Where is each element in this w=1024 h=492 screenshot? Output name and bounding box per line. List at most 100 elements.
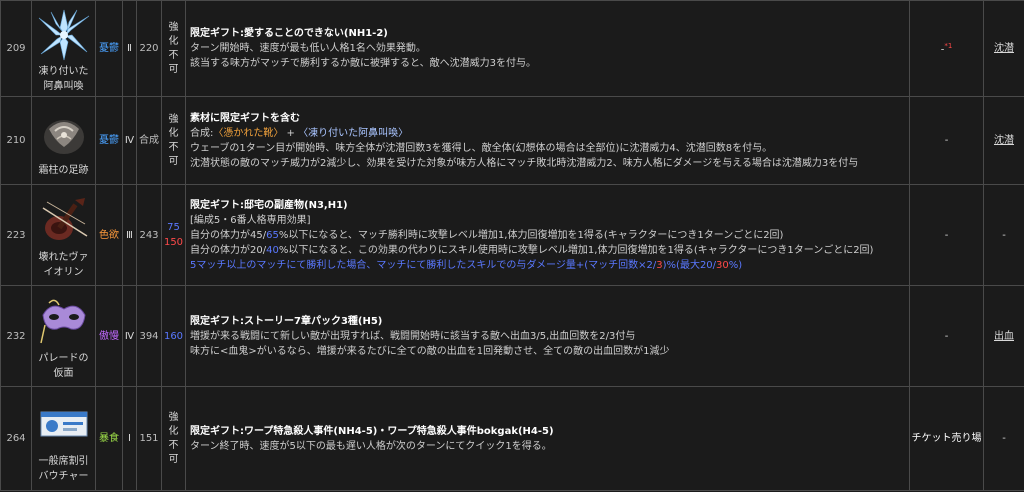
desc-text: 自分の体力が20/ <box>190 244 267 256</box>
affinity-gloom: 憂鬱 <box>95 96 123 185</box>
desc-text: 5マッチ以上のマッチにて勝利した場合、マッチにて勝利したスキルでの与ダメージ量+… <box>190 259 657 271</box>
gift-icon-cell[interactable]: 凍り付いた 阿鼻叫喚 <box>31 0 96 97</box>
upgrade: 強化不可 <box>161 0 186 97</box>
gift-icon-cell[interactable]: 霜柱の足跡 <box>31 96 96 185</box>
table-row: 210 霜柱の足跡 憂鬱 Ⅳ 合成 強化不可 素材に限定ギフトを含む 合成:〈憑… <box>0 96 1024 185</box>
gift-id: 232 <box>0 285 32 387</box>
gift-condition: 素材に限定ギフトを含む <box>190 112 300 124</box>
frost-footprint-icon <box>37 107 91 161</box>
desc-line: 自分の体力が20/40%以下になると、この効果の代わりにスキル使用時に攻撃レベル… <box>190 243 905 258</box>
upgraded-value: 40 <box>266 244 279 256</box>
desc-line: 該当する味方がマッチで勝利するか敵に被弾すると、敵へ沈潜威力3を付与。 <box>190 58 536 69</box>
formation-note: [編成5・6番人格専用効果] <box>190 214 311 226</box>
gift-description: 限定ギフト:邸宅の副産物(N3,H1) [編成5・6番人格専用効果] 自分の体力… <box>185 184 910 286</box>
gift-description: 限定ギフト:愛することのできない(NH1-2) ターン開始時、速度が最も低い人格… <box>185 0 910 97</box>
cost: 243 <box>136 184 162 286</box>
cost: 220 <box>136 0 162 97</box>
desc-line: ウェーブの1ターン目が開始時、味方全体が沈潜回数3を獲得し、敵全体(幻想体の場合… <box>190 142 773 154</box>
desc-line: ターン開始時、速度が最も低い人格1名へ効果発動。 <box>190 43 426 54</box>
upgrade-label: 強化不可 <box>168 411 179 465</box>
upgrade-cost: 160 <box>161 285 186 387</box>
gift-description: 限定ギフト:ワープ特急殺人事件(NH4-5)・ワープ特急殺人事件bokgak(H… <box>185 386 910 491</box>
upgrade: 強化不可 <box>161 96 186 185</box>
frozen-shards-icon <box>37 8 91 62</box>
tier: Ⅰ <box>122 386 137 491</box>
keyword-link[interactable]: 出血 <box>994 331 1014 342</box>
affinity-gloom: 憂鬱 <box>95 0 123 97</box>
table-row: 232 パレードの 仮面 傲慢 Ⅳ 394 160 限定ギフト:ストーリー7章パ… <box>0 285 1024 387</box>
desc-line: 増援が来る戦闘にて新しい敵が出現すれば、戦闘開始時に該当する敵へ出血3/5,出血… <box>190 330 636 342</box>
keyword: 沈潜 <box>983 96 1024 185</box>
gift-name: 壊れたヴァ <box>38 252 89 263</box>
gift-name: 阿鼻叫喚 <box>43 80 84 92</box>
upgraded-value: 30 <box>716 259 729 271</box>
upgrade-cost-2: 150 <box>163 237 184 248</box>
keyword: - <box>983 386 1024 491</box>
gift-source: - <box>909 184 984 286</box>
gift-name: バウチャー <box>38 470 89 482</box>
combo-prefix: 合成: <box>190 127 214 139</box>
desc-text: 自分の体力が45/ <box>190 229 267 241</box>
footnote-mark[interactable]: *1 <box>944 42 952 50</box>
cost: 合成 <box>136 96 162 185</box>
gift-id: 223 <box>0 184 32 286</box>
upgrade-cost-1: 75 <box>167 222 180 233</box>
discount-voucher-icon <box>37 398 91 452</box>
combo-line: 合成:〈憑かれた靴〉 + 〈凍り付いた阿鼻叫喚〉 <box>190 126 905 141</box>
desc-text: %) <box>728 259 743 271</box>
upgraded-value: 65 <box>266 229 279 241</box>
gift-name: パレードの <box>38 353 89 364</box>
upgrade-cost: 75 150 <box>161 184 186 286</box>
gift-description: 限定ギフト:ストーリー7章パック3種(H5) 増援が来る戦闘にて新しい敵が出現す… <box>185 285 910 387</box>
tier: Ⅲ <box>122 184 137 286</box>
gift-icon-cell[interactable]: 一般席割引 バウチャー <box>31 386 96 491</box>
gift-name: 凍り付いた <box>38 65 89 77</box>
gift-name: イオリン <box>43 267 84 278</box>
gift-icon-cell[interactable]: パレードの 仮面 <box>31 285 96 387</box>
gift-name: 一般席割引 <box>38 455 89 467</box>
keyword: - <box>983 184 1024 286</box>
upgrade-label: 強化不可 <box>168 113 179 167</box>
gift-condition: 限定ギフト:ワープ特急殺人事件(NH4-5)・ワープ特急殺人事件bokgak(H… <box>190 425 554 437</box>
desc-line: 5マッチ以上のマッチにて勝利した場合、マッチにて勝利したスキルでの与ダメージ量+… <box>190 258 905 273</box>
combo-gift-link[interactable]: 〈凍り付いた阿鼻叫喚〉 <box>298 128 408 139</box>
affinity-gluttony: 暴食 <box>95 386 123 491</box>
affinity-lust: 色欲 <box>95 184 123 286</box>
desc-text: %以下になると、マッチ勝利時に攻撃レベル増加1,体力回復増加を1得る(キャラクタ… <box>278 229 784 241</box>
combo-plus: + <box>283 127 299 139</box>
gift-description: 素材に限定ギフトを含む 合成:〈憑かれた靴〉 + 〈凍り付いた阿鼻叫喚〉 ウェー… <box>185 96 910 185</box>
tier: Ⅳ <box>122 96 137 185</box>
gift-condition: 限定ギフト:愛することのできない(NH1-2) <box>190 28 388 39</box>
gift-source: - <box>909 96 984 185</box>
keyword: 沈潜 <box>983 0 1024 97</box>
upgrade: 強化不可 <box>161 386 186 491</box>
gift-name: 霜柱の足跡 <box>38 165 89 176</box>
desc-text: %以下になると、この効果の代わりにスキル使用時に攻撃レベル増加1,体力回復増加を… <box>278 244 874 256</box>
parade-mask-icon <box>37 295 91 349</box>
combo-gift-link[interactable]: 〈憑かれた靴〉 <box>213 128 283 139</box>
table-row: 223 壊れたヴァ イオリン 色欲 Ⅲ 243 75 150 限定ギフト:邸宅の… <box>0 184 1024 286</box>
desc-text: )%(最大20/ <box>662 259 717 271</box>
table-row: 264 一般席割引 バウチャー 暴食 Ⅰ 151 強化不可 限定ギフト:ワープ特… <box>0 386 1024 491</box>
keyword: 出血 <box>983 285 1024 387</box>
gift-source: チケット売り場 <box>909 386 984 491</box>
gift-name: 仮面 <box>53 368 74 379</box>
desc-line: ターン終了時、速度が5以下の最も遅い人格が次のターンにてクイック1を得る。 <box>190 440 552 452</box>
tier: Ⅱ <box>122 0 137 97</box>
broken-violin-icon <box>37 194 91 248</box>
gift-table: 209 凍り付いた 阿鼻叫喚 憂鬱 Ⅱ 220 強化不可 限定ギフト:愛すること… <box>0 0 1024 491</box>
cost: 151 <box>136 386 162 491</box>
desc-line: 沈潜状態の敵のマッチ威力が2減少し、効果を受けた対象が味方人格にマッチ敗北時沈潜… <box>190 157 859 169</box>
desc-line: 自分の体力が45/65%以下になると、マッチ勝利時に攻撃レベル増加1,体力回復増… <box>190 228 905 243</box>
upgrade-cost-1: 160 <box>163 330 184 342</box>
keyword-link[interactable]: 沈潜 <box>994 43 1014 54</box>
gift-id: 209 <box>0 0 32 97</box>
gift-source: -*1 <box>909 0 984 97</box>
tier: Ⅳ <box>122 285 137 387</box>
gift-icon-cell[interactable]: 壊れたヴァ イオリン <box>31 184 96 286</box>
upgrade-label: 強化不可 <box>168 21 179 75</box>
keyword-link[interactable]: 沈潜 <box>994 135 1014 146</box>
cost: 394 <box>136 285 162 387</box>
gift-condition: 限定ギフト:ストーリー7章パック3種(H5) <box>190 315 383 327</box>
gift-condition: 限定ギフト:邸宅の副産物(N3,H1) <box>190 199 348 211</box>
